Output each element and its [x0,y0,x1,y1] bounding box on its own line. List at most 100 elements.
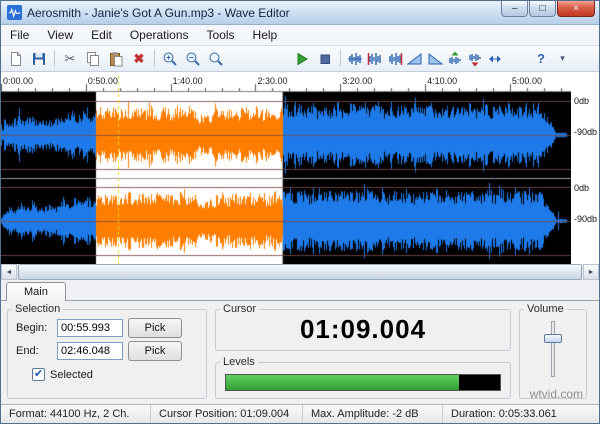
copy-button[interactable] [82,48,104,70]
wave-editor-window: Aerosmith - Janie's Got A Gun.mp3 - Wave… [0,0,600,424]
delete-button[interactable]: ✖ [128,48,150,70]
volume-slider-thumb[interactable] [544,334,562,343]
zoom-out-button[interactable] [182,48,204,70]
cursor-panel-title: Cursor [220,303,259,315]
window-title: Aerosmith - Janie's Got A Gun.mp3 - Wave… [27,6,290,20]
end-pick-button[interactable]: Pick [128,341,182,361]
menu-item-view[interactable]: View [38,26,82,44]
db-scale-label: 0db [574,183,589,193]
zoom-normal-icon [208,51,224,67]
level-meter-fill [226,375,459,390]
volume-panel-title: Volume [524,303,567,315]
selection-panel: Selection Begin: Pick End: Pick Selected [7,303,207,399]
menu-item-help[interactable]: Help [244,26,287,44]
stop-icon [317,51,333,67]
level-meter [225,374,501,391]
begin-input[interactable] [57,319,123,337]
play-button[interactable] [291,48,313,70]
status-max-amplitude: Max. Amplitude: -2 dB [303,405,443,423]
cursor-panel: Cursor 01:09.004 [215,303,511,351]
scroll-right-button[interactable]: ► [583,264,599,280]
toolbar-separator [54,50,55,67]
volume-slider-track [551,321,555,377]
begin-pick-button[interactable]: Pick [128,318,182,338]
wave-tool-1-button[interactable] [345,48,364,70]
zoom-in-button[interactable] [159,48,181,70]
wave-tool-1-icon [347,51,363,67]
wave-tool-3-icon [387,51,403,67]
wave-tool-7-button[interactable] [465,48,484,70]
menu-item-operations[interactable]: Operations [121,26,198,44]
scroll-left-button[interactable]: ◄ [1,264,17,280]
status-bar: Format: 44100 Hz, 2 Ch. Cursor Position:… [1,404,599,423]
wave-tool-6-button[interactable] [445,48,464,70]
save-button[interactable] [28,48,50,70]
db-scale-label: -90db [574,127,597,137]
delete-icon: ✖ [134,52,145,65]
new-button[interactable] [5,48,27,70]
levels-panel-title: Levels [220,356,258,368]
scrollbar-thumb[interactable] [18,264,582,280]
play-icon [294,51,310,67]
toolbar-separator [154,50,155,67]
db-scale-label: -90db [574,214,597,224]
tab-main[interactable]: Main [6,282,66,301]
close-button[interactable]: × [557,1,595,17]
zoom-in-icon [162,51,178,67]
end-label: End: [16,345,52,357]
tab-strip: Main [1,280,599,301]
volume-panel: Volume [519,303,587,399]
wave-tool-2-button[interactable] [365,48,384,70]
cursor-position-display: 01:09.004 [216,314,510,345]
maximize-button[interactable]: □ [529,1,556,17]
selection-panel-title: Selection [12,303,63,315]
menu-item-edit[interactable]: Edit [82,26,121,44]
watermark: wtvid.com [530,387,583,401]
status-cursor-position: Cursor Position: 01:09.004 [151,405,303,423]
db-scale: 0db -90db 0db -90db [571,92,599,264]
app-icon [7,5,22,20]
scrollbar-track[interactable] [17,264,583,280]
status-duration: Duration: 0:05:33.061 [443,405,599,423]
wave-tool-8-button[interactable] [485,48,504,70]
menu-item-tools[interactable]: Tools [198,26,244,44]
selected-checkbox-label: Selected [50,369,93,381]
cut-icon: ✂ [65,52,76,65]
chevron-down-icon: ▾ [560,52,565,65]
wave-tool-5-icon [427,51,443,67]
paste-button[interactable] [105,48,127,70]
new-file-icon [8,51,24,67]
minimize-button[interactable]: – [501,1,528,17]
wave-tool-5-button[interactable] [425,48,444,70]
end-input[interactable] [57,342,123,360]
title-bar: Aerosmith - Janie's Got A Gun.mp3 - Wave… [1,1,599,25]
wave-tool-8-icon [487,51,503,67]
toolbar-separator [340,50,341,67]
copy-icon [85,51,101,67]
help-button[interactable]: ? [530,48,552,70]
waveform-canvas[interactable] [1,72,571,264]
toolbar: ✂ ✖ [1,46,599,72]
volume-slider[interactable] [520,318,586,380]
wave-tool-4-button[interactable] [405,48,424,70]
cut-button[interactable]: ✂ [59,48,81,70]
paste-icon [108,51,124,67]
menu-item-file[interactable]: File [1,26,38,44]
control-panel: Selection Begin: Pick End: Pick Selected… [1,301,599,404]
selected-checkbox[interactable] [32,368,45,381]
wave-tool-3-button[interactable] [385,48,404,70]
wave-tool-4-icon [407,51,423,67]
zoom-out-icon [185,51,201,67]
stop-button[interactable] [314,48,336,70]
zoom-normal-button[interactable] [205,48,227,70]
wave-tool-7-icon [467,51,483,67]
toolbar-overflow-button[interactable]: ▾ [553,48,572,70]
window-controls: – □ × [500,1,599,17]
waveform-editor: 0:00.00 0:50.00 1:40.00 2:30.00 3:20.00 … [1,72,599,264]
levels-panel: Levels [215,356,511,399]
horizontal-scrollbar[interactable]: ◄ ► [1,264,599,280]
help-icon: ? [537,52,545,65]
save-icon [31,51,47,67]
begin-label: Begin: [16,322,52,334]
wave-tool-6-icon [447,51,463,67]
